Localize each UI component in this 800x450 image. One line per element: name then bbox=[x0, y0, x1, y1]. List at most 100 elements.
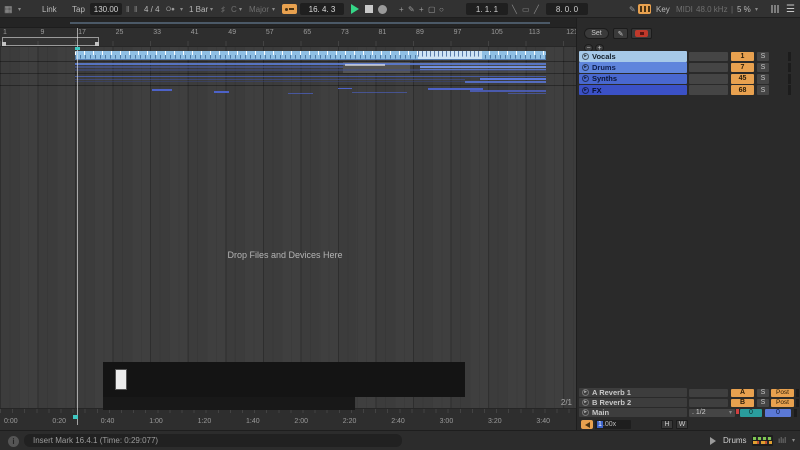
clip-segment[interactable] bbox=[288, 93, 313, 94]
track-row-drums[interactable]: ▸Drums 7S bbox=[577, 62, 800, 73]
post-toggle[interactable]: Post bbox=[771, 399, 794, 407]
cpu-chevron-icon[interactable]: ▾ bbox=[755, 0, 758, 18]
solo-button[interactable]: S bbox=[757, 399, 769, 407]
quantize-menu[interactable]: 1 Bar bbox=[189, 0, 208, 18]
keys-chevron-icon[interactable]: ▾ bbox=[18, 0, 21, 18]
send-letter-box[interactable]: A bbox=[731, 389, 754, 397]
level-chevron-icon[interactable]: ▾ bbox=[792, 437, 795, 444]
tempo-display[interactable]: 130.00 bbox=[90, 3, 122, 15]
playhead-line[interactable] bbox=[77, 28, 78, 425]
punch-out-button[interactable]: ╱ bbox=[534, 0, 539, 18]
fold-icon[interactable]: ▸ bbox=[582, 409, 589, 416]
zoom-handle-right-grip[interactable] bbox=[95, 42, 99, 46]
clip-segment[interactable] bbox=[75, 59, 546, 61]
fold-icon[interactable]: ▸ bbox=[582, 87, 589, 94]
zoom-handle-left-grip[interactable] bbox=[2, 42, 6, 46]
key-map-button[interactable]: Key bbox=[656, 0, 670, 18]
return-freeze-box[interactable] bbox=[689, 389, 728, 397]
punch-in-button[interactable]: ╲ bbox=[512, 0, 517, 18]
track-row-vocals[interactable]: ▸Vocals 1S bbox=[577, 51, 800, 62]
play-button[interactable] bbox=[351, 0, 359, 18]
link-button[interactable]: Link bbox=[42, 0, 57, 18]
clip-segment[interactable] bbox=[338, 88, 352, 90]
fold-icon[interactable]: ▸ bbox=[582, 75, 589, 82]
track-freeze-box[interactable] bbox=[689, 85, 728, 95]
track-number-box[interactable]: 68 bbox=[731, 85, 754, 95]
arrangement-view[interactable]: 191725334149576573818997105113121 Drop F… bbox=[0, 18, 576, 430]
key-root-chevron-icon[interactable]: ▾ bbox=[239, 0, 242, 18]
capture-midi-button[interactable]: + bbox=[419, 0, 424, 18]
track-name[interactable]: ▸Drums bbox=[579, 62, 687, 73]
cue-level-control[interactable]: 0 bbox=[740, 409, 762, 417]
cpu-load-display[interactable]: 5 % bbox=[737, 0, 751, 18]
marquee-mode-button[interactable]: ▢ bbox=[428, 0, 436, 18]
fold-icon[interactable]: ▸ bbox=[582, 53, 589, 60]
nudge-up-button[interactable]: ‖ bbox=[134, 0, 137, 18]
clip-segment[interactable] bbox=[480, 78, 546, 80]
scale-icon[interactable]: ♯ bbox=[221, 0, 225, 18]
set-marker-button[interactable]: Set bbox=[584, 28, 609, 39]
draw-mode-button[interactable]: ✎ bbox=[408, 0, 415, 18]
overview-zoom-handle[interactable] bbox=[2, 37, 99, 46]
pencil-button[interactable]: ✎ bbox=[613, 28, 628, 39]
key-root-menu[interactable]: C bbox=[231, 0, 237, 18]
hamburger-menu-icon[interactable]: ☰ bbox=[786, 0, 795, 18]
return-freeze-box[interactable] bbox=[689, 399, 728, 407]
clip-segment[interactable] bbox=[214, 91, 229, 93]
solo-button[interactable]: S bbox=[757, 52, 769, 62]
track-number-box[interactable]: 7 bbox=[731, 63, 754, 73]
computer-midi-keyboard-button[interactable] bbox=[638, 4, 651, 14]
track-number-box[interactable]: 1 bbox=[731, 52, 754, 62]
clip-segment[interactable] bbox=[420, 66, 546, 68]
track-row-synths[interactable]: ▸Synths45S bbox=[577, 74, 800, 85]
time-signature-display[interactable]: 4 / 4 bbox=[144, 0, 160, 18]
arrangement-overview[interactable] bbox=[0, 18, 576, 28]
width-zoom-button[interactable]: W bbox=[676, 420, 688, 429]
clip-segment[interactable] bbox=[75, 66, 343, 68]
main-track-name[interactable]: ▸ Main bbox=[579, 408, 687, 417]
track-name[interactable]: ▸Vocals bbox=[579, 51, 687, 62]
track-row-fx[interactable]: ▸FX 68S bbox=[577, 85, 800, 96]
keys-icon[interactable]: ▦ bbox=[4, 0, 13, 18]
solo-button[interactable]: S bbox=[757, 74, 769, 84]
stop-button[interactable] bbox=[365, 0, 373, 18]
loop-switch-button[interactable]: ▭ bbox=[522, 0, 530, 18]
clip-segment[interactable] bbox=[75, 76, 546, 78]
insert-marker-bottom-icon[interactable] bbox=[73, 415, 78, 419]
return-track-name[interactable]: ▸A Reverb 1 bbox=[579, 388, 687, 397]
clip-segment[interactable] bbox=[508, 93, 546, 94]
metronome-icon[interactable]: O● bbox=[166, 0, 175, 18]
main-grid-select[interactable]: . 1/2 ▾ bbox=[689, 409, 735, 417]
clip-segment[interactable] bbox=[420, 69, 546, 71]
solo-button[interactable]: S bbox=[757, 389, 769, 397]
record-button[interactable] bbox=[378, 0, 387, 18]
automation-arm-button[interactable]: + bbox=[399, 0, 404, 18]
track-freeze-box[interactable] bbox=[689, 74, 728, 84]
clip-segment[interactable] bbox=[75, 79, 465, 81]
metronome-chevron-icon[interactable]: ▾ bbox=[180, 0, 183, 18]
key-scale-menu[interactable]: Major bbox=[249, 0, 269, 18]
fold-icon[interactable]: ▸ bbox=[582, 389, 589, 396]
midi-map-button[interactable]: MIDI bbox=[676, 0, 693, 18]
fold-icon[interactable]: ▸ bbox=[582, 399, 589, 406]
height-zoom-button[interactable]: H bbox=[661, 420, 673, 429]
nudge-down-button[interactable]: ‖ bbox=[126, 0, 129, 18]
return-track-row[interactable]: ▸B Reverb 2BSPost bbox=[577, 398, 800, 407]
clip-segment[interactable] bbox=[345, 64, 385, 66]
solo-button[interactable]: S bbox=[757, 85, 769, 95]
time-ruler[interactable]: 0:000:200:401:001:201:402:002:202:403:00… bbox=[0, 408, 576, 430]
fold-icon[interactable]: ▸ bbox=[582, 64, 589, 71]
track-name[interactable]: ▸FX bbox=[579, 85, 687, 96]
loop-length-display[interactable]: 8. 0. 0 bbox=[546, 3, 588, 15]
insert-marker-top-icon[interactable] bbox=[75, 47, 80, 50]
follow-button[interactable] bbox=[282, 4, 297, 14]
track-freeze-box[interactable] bbox=[689, 63, 728, 73]
draw-automation-button[interactable]: ✎ bbox=[629, 0, 636, 18]
quantize-chevron-icon[interactable]: ▾ bbox=[210, 0, 213, 18]
arrangement-position-display[interactable]: 16. 4. 3 bbox=[300, 3, 344, 15]
clip-segment[interactable] bbox=[152, 89, 172, 91]
post-toggle[interactable]: Post bbox=[771, 389, 794, 397]
track-name[interactable]: ▸Synths bbox=[579, 74, 687, 85]
solo-button[interactable]: S bbox=[757, 63, 769, 73]
key-scale-chevron-icon[interactable]: ▾ bbox=[272, 0, 275, 18]
